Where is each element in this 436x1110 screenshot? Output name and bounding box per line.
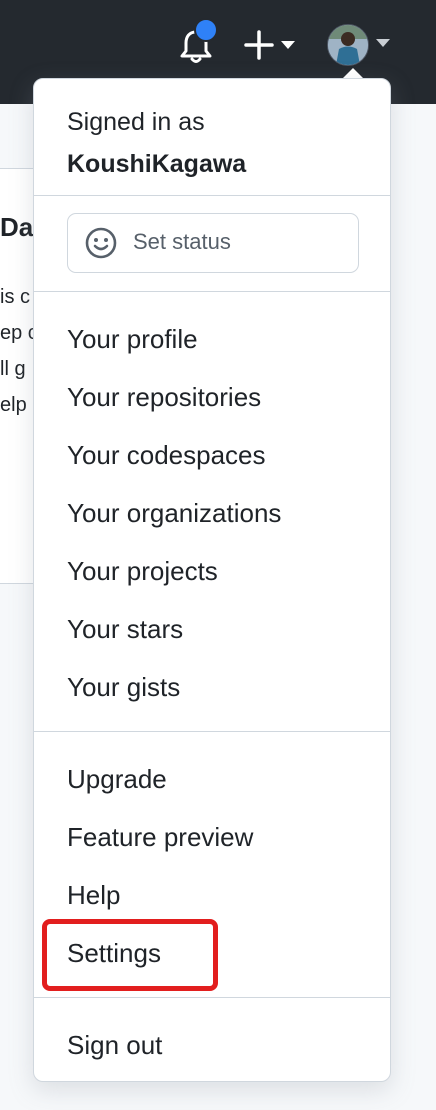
menu-divider [34, 291, 390, 292]
plus-icon[interactable] [242, 28, 276, 62]
background-text-line: elp [0, 394, 27, 416]
menu-item-your-gists[interactable]: Your gists [67, 669, 180, 705]
user-menu-chevron-down-icon[interactable] [376, 39, 390, 47]
background-heading: Da [0, 212, 34, 242]
set-status-button[interactable]: Set status [67, 213, 359, 273]
avatar[interactable] [327, 24, 369, 66]
menu-item-upgrade[interactable]: Upgrade [67, 761, 167, 797]
background-text-line: is c [0, 286, 30, 308]
signed-in-header: Signed in as KoushiKagawa [67, 101, 246, 185]
user-dropdown-menu: Signed in as KoushiKagawa Set status You… [33, 78, 391, 1082]
menu-item-your-profile[interactable]: Your profile [67, 321, 198, 357]
smiley-icon [85, 227, 117, 259]
background-text-line: ll g [0, 358, 26, 380]
create-menu-chevron-down-icon[interactable] [281, 41, 295, 49]
menu-divider [34, 731, 390, 732]
menu-divider [34, 997, 390, 998]
menu-item-your-repositories[interactable]: Your repositories [67, 379, 261, 415]
menu-divider [34, 195, 390, 196]
menu-item-your-organizations[interactable]: Your organizations [67, 495, 281, 531]
set-status-label: Set status [133, 229, 231, 254]
username: KoushiKagawa [67, 150, 247, 178]
menu-item-feature-preview[interactable]: Feature preview [67, 819, 253, 855]
settings-highlight-box [42, 919, 218, 991]
signed-in-label: Signed in as [67, 108, 205, 136]
menu-item-your-projects[interactable]: Your projects [67, 553, 218, 589]
notification-indicator [194, 18, 218, 42]
menu-item-your-stars[interactable]: Your stars [67, 611, 183, 647]
menu-item-sign-out[interactable]: Sign out [67, 1027, 162, 1063]
menu-item-help[interactable]: Help [67, 877, 120, 913]
menu-item-your-codespaces[interactable]: Your codespaces [67, 437, 266, 473]
